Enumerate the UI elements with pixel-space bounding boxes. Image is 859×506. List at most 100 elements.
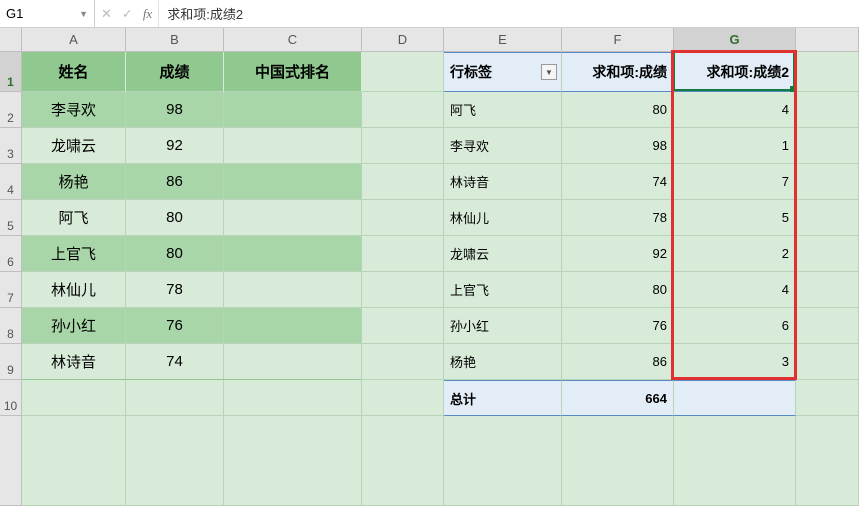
cell-B10[interactable] xyxy=(126,380,224,416)
cell-E5[interactable]: 林仙儿 xyxy=(444,200,562,236)
cell-F8[interactable]: 76 xyxy=(562,308,674,344)
row-header-8[interactable]: 8 xyxy=(0,308,21,344)
confirm-icon[interactable]: ✓ xyxy=(122,6,133,22)
row-header-9[interactable]: 9 xyxy=(0,344,21,380)
cell-E1[interactable]: 行标签▼ xyxy=(444,52,562,92)
cell-E9[interactable]: 杨艳 xyxy=(444,344,562,380)
cell-D4[interactable] xyxy=(362,164,444,200)
column-header-E[interactable]: E xyxy=(444,28,562,51)
cell-G8[interactable]: 6 xyxy=(674,308,796,344)
cell-A5[interactable]: 阿飞 xyxy=(22,200,126,236)
column-header-extra[interactable] xyxy=(796,28,859,51)
cell-D9[interactable] xyxy=(362,344,444,380)
cell-B5[interactable]: 80 xyxy=(126,200,224,236)
cell-extra-1[interactable] xyxy=(796,52,859,92)
cell-extra-4[interactable] xyxy=(796,164,859,200)
cell-E4[interactable]: 林诗音 xyxy=(444,164,562,200)
column-header-B[interactable]: B xyxy=(126,28,224,51)
cell-C-extra[interactable] xyxy=(224,416,362,506)
column-header-A[interactable]: A xyxy=(22,28,126,51)
formula-input[interactable]: 求和项:成绩2 xyxy=(159,4,859,23)
cell-A9[interactable]: 林诗音 xyxy=(22,344,126,380)
cell-A3[interactable]: 龙啸云 xyxy=(22,128,126,164)
cell-B2[interactable]: 98 xyxy=(126,92,224,128)
cell-G5[interactable]: 5 xyxy=(674,200,796,236)
cell-B1[interactable]: 成绩 xyxy=(126,52,224,92)
name-box[interactable]: G1 ▼ xyxy=(0,0,95,27)
cell-extra-9[interactable] xyxy=(796,344,859,380)
cell-A-extra[interactable] xyxy=(22,416,126,506)
cell-D3[interactable] xyxy=(362,128,444,164)
cell-D10[interactable] xyxy=(362,380,444,416)
row-header-6[interactable]: 6 xyxy=(0,236,21,272)
cell-E10[interactable]: 总计 xyxy=(444,380,562,416)
cell-C7[interactable] xyxy=(224,272,362,308)
cell-A4[interactable]: 杨艳 xyxy=(22,164,126,200)
cell-F10[interactable]: 664 xyxy=(562,380,674,416)
cell-F1[interactable]: 求和项:成绩 xyxy=(562,52,674,92)
column-header-G[interactable]: G xyxy=(674,28,796,51)
cell-C6[interactable] xyxy=(224,236,362,272)
cell-F2[interactable]: 80 xyxy=(562,92,674,128)
row-header-1[interactable]: 1 xyxy=(0,52,21,92)
cell-A6[interactable]: 上官飞 xyxy=(22,236,126,272)
cell-extra-6[interactable] xyxy=(796,236,859,272)
cell-G10[interactable] xyxy=(674,380,796,416)
cell-extra-extra[interactable] xyxy=(796,416,859,506)
cell-extra-5[interactable] xyxy=(796,200,859,236)
cell-C9[interactable] xyxy=(224,344,362,380)
row-header-7[interactable]: 7 xyxy=(0,272,21,308)
cell-B3[interactable]: 92 xyxy=(126,128,224,164)
cell-B9[interactable]: 74 xyxy=(126,344,224,380)
row-header-4[interactable]: 4 xyxy=(0,164,21,200)
cell-F5[interactable]: 78 xyxy=(562,200,674,236)
cell-G9[interactable]: 3 xyxy=(674,344,796,380)
cell-C8[interactable] xyxy=(224,308,362,344)
cell-A2[interactable]: 李寻欢 xyxy=(22,92,126,128)
cell-A8[interactable]: 孙小红 xyxy=(22,308,126,344)
cell-G2[interactable]: 4 xyxy=(674,92,796,128)
cell-G7[interactable]: 4 xyxy=(674,272,796,308)
cell-extra-3[interactable] xyxy=(796,128,859,164)
cell-G4[interactable]: 7 xyxy=(674,164,796,200)
chevron-down-icon[interactable]: ▼ xyxy=(541,64,557,80)
cell-D1[interactable] xyxy=(362,52,444,92)
row-header-3[interactable]: 3 xyxy=(0,128,21,164)
cell-extra-7[interactable] xyxy=(796,272,859,308)
cell-extra-8[interactable] xyxy=(796,308,859,344)
cell-F3[interactable]: 98 xyxy=(562,128,674,164)
cell-G1[interactable]: 求和项:成绩2 xyxy=(674,52,796,92)
cell-A10[interactable] xyxy=(22,380,126,416)
cell-F9[interactable]: 86 xyxy=(562,344,674,380)
cell-C5[interactable] xyxy=(224,200,362,236)
cell-A1[interactable]: 姓名 xyxy=(22,52,126,92)
cell-extra-2[interactable] xyxy=(796,92,859,128)
fx-icon[interactable]: fx xyxy=(143,6,152,22)
cell-E2[interactable]: 阿飞 xyxy=(444,92,562,128)
cell-D8[interactable] xyxy=(362,308,444,344)
cell-D-extra[interactable] xyxy=(362,416,444,506)
chevron-down-icon[interactable]: ▼ xyxy=(79,9,88,19)
row-header-2[interactable]: 2 xyxy=(0,92,21,128)
cell-extra-10[interactable] xyxy=(796,380,859,416)
row-header-5[interactable]: 5 xyxy=(0,200,21,236)
cell-E3[interactable]: 李寻欢 xyxy=(444,128,562,164)
cell-C3[interactable] xyxy=(224,128,362,164)
cell-C4[interactable] xyxy=(224,164,362,200)
cell-A7[interactable]: 林仙儿 xyxy=(22,272,126,308)
cell-G6[interactable]: 2 xyxy=(674,236,796,272)
column-header-C[interactable]: C xyxy=(224,28,362,51)
cell-grid[interactable]: 姓名成绩中国式排名行标签▼求和项:成绩求和项:成绩2李寻欢98阿飞804龙啸云9… xyxy=(22,52,859,506)
cell-E-extra[interactable] xyxy=(444,416,562,506)
cell-E6[interactable]: 龙啸云 xyxy=(444,236,562,272)
cell-F6[interactable]: 92 xyxy=(562,236,674,272)
cell-G-extra[interactable] xyxy=(674,416,796,506)
cell-B6[interactable]: 80 xyxy=(126,236,224,272)
cell-B-extra[interactable] xyxy=(126,416,224,506)
cell-E8[interactable]: 孙小红 xyxy=(444,308,562,344)
cell-B7[interactable]: 78 xyxy=(126,272,224,308)
cell-C10[interactable] xyxy=(224,380,362,416)
column-header-F[interactable]: F xyxy=(562,28,674,51)
cell-B4[interactable]: 86 xyxy=(126,164,224,200)
cell-F-extra[interactable] xyxy=(562,416,674,506)
